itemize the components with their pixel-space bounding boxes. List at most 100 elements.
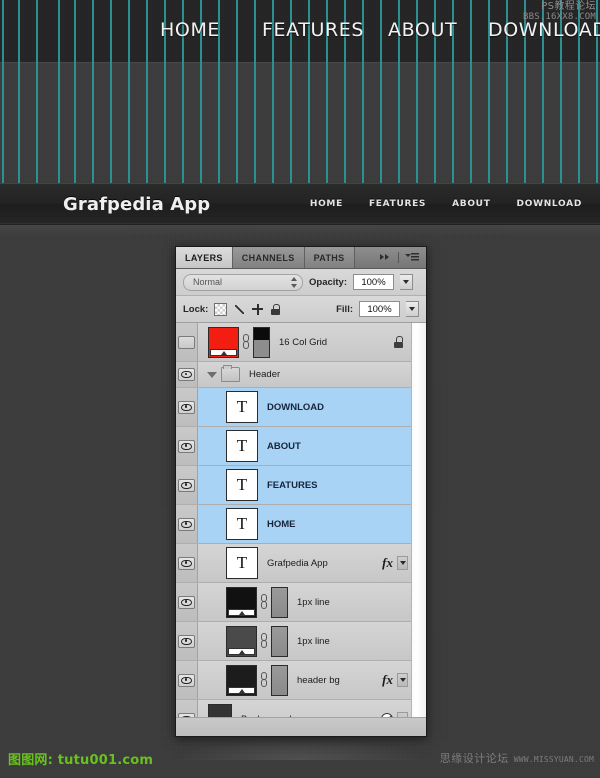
layer-name: Grafpedia App: [267, 557, 328, 569]
brand-title: Grafpedia App: [63, 194, 211, 215]
layer-mask-thumbnail: [271, 625, 288, 657]
hero-nav-item-download[interactable]: DOWNLOAD: [488, 19, 600, 41]
layer-visibility-toggle[interactable]: [176, 362, 198, 387]
fill-input[interactable]: 100%: [359, 301, 400, 317]
layer-row[interactable]: 16 Col Grid: [176, 323, 412, 362]
layer-row[interactable]: T FEATURES: [176, 466, 412, 505]
hero-nav-item-features[interactable]: FEATURES: [262, 19, 364, 41]
type-layer-thumbnail: T: [226, 391, 258, 423]
layer-row[interactable]: T DOWNLOAD: [176, 388, 412, 427]
layer-thumbnail: [226, 625, 257, 657]
site-header-bar: Grafpedia App HOME FEATURES ABOUT DOWNLO…: [0, 183, 600, 225]
folder-icon: [221, 365, 240, 382]
eye-icon: [178, 634, 195, 648]
eye-icon: [178, 368, 195, 381]
layer-content: header bg fx: [198, 661, 412, 699]
link-mask-icon[interactable]: [260, 594, 268, 610]
chevron-down-icon: [403, 280, 410, 284]
lock-transparent-pixels-icon[interactable]: [214, 302, 228, 316]
layer-row[interactable]: T ABOUT: [176, 427, 412, 466]
layer-visibility-toggle[interactable]: [176, 622, 198, 660]
blend-opacity-row: Normal Opacity: 100%: [176, 269, 426, 296]
type-layer-thumbnail: T: [226, 547, 258, 579]
tab-strip-filler: [355, 247, 376, 268]
hero-nav-item-about[interactable]: ABOUT: [388, 19, 457, 41]
link-mask-icon[interactable]: [260, 633, 268, 649]
layer-row[interactable]: 1px line: [176, 622, 412, 661]
layer-name: HOME: [267, 518, 296, 530]
expand-effects-caret-icon[interactable]: [397, 673, 408, 687]
layer-visibility-toggle[interactable]: [176, 323, 198, 361]
link-mask-icon[interactable]: [260, 672, 268, 688]
tab-channels[interactable]: CHANNELS: [232, 247, 305, 268]
layer-name: header bg: [297, 674, 340, 686]
layer-visibility-toggle[interactable]: [176, 544, 198, 582]
layer-mask-thumbnail: [271, 586, 288, 618]
layer-content: 1px line: [198, 622, 412, 660]
layer-visibility-toggle[interactable]: [176, 505, 198, 543]
layer-visibility-toggle[interactable]: [176, 661, 198, 699]
group-disclosure-triangle-icon[interactable]: [207, 371, 217, 378]
type-layer-thumbnail: T: [226, 430, 258, 462]
tab-paths[interactable]: PATHS: [304, 247, 355, 268]
eye-icon: [178, 556, 195, 570]
opacity-dropdown-button[interactable]: [400, 274, 414, 290]
panel-tab-icons: [376, 247, 426, 268]
layer-mask-thumbnail: [253, 326, 270, 358]
layer-row[interactable]: header bg fx: [176, 661, 412, 700]
layer-visibility-toggle[interactable]: [176, 388, 198, 426]
hero-nav-item-home[interactable]: HOME: [160, 19, 220, 41]
layer-visibility-toggle[interactable]: [176, 427, 198, 465]
lock-position-icon[interactable]: [252, 303, 264, 315]
site-nav-item-about[interactable]: ABOUT: [452, 199, 490, 209]
lock-buttons: [214, 302, 281, 316]
watermark-bottom-left: 图图网: tutu001.com: [8, 753, 154, 768]
layer-mask-thumbnail: [271, 664, 288, 696]
layer-name: 1px line: [297, 635, 330, 647]
layer-visibility-toggle[interactable]: [176, 583, 198, 621]
watermark-br-cn: 思缘设计论坛: [439, 752, 509, 765]
eye-icon: [178, 439, 195, 453]
layer-name: DOWNLOAD: [267, 401, 324, 413]
layer-locked-icon: [393, 336, 404, 348]
expand-effects-caret-icon[interactable]: [397, 556, 408, 570]
layer-visibility-toggle[interactable]: [176, 466, 198, 504]
layer-name: FEATURES: [267, 479, 318, 491]
layer-row[interactable]: T HOME: [176, 505, 412, 544]
layer-content: Header: [198, 362, 412, 387]
blend-mode-select[interactable]: Normal: [183, 273, 303, 291]
layer-row[interactable]: 1px line: [176, 583, 412, 622]
site-nav-item-features[interactable]: FEATURES: [369, 199, 426, 209]
lock-all-icon[interactable]: [270, 303, 281, 315]
tab-layers[interactable]: LAYERS: [176, 247, 233, 268]
eye-icon-hidden: [178, 335, 195, 349]
site-nav: HOME FEATURES ABOUT DOWNLOAD: [310, 199, 582, 209]
layer-list-scrollbar[interactable]: [411, 323, 426, 721]
tab-icon-divider: [398, 252, 399, 263]
layer-content: T DOWNLOAD: [198, 388, 412, 426]
lock-label: Lock:: [183, 303, 209, 315]
layer-effects-icon[interactable]: fx: [382, 555, 393, 571]
fill-dropdown-button[interactable]: [406, 301, 419, 317]
eye-icon: [178, 400, 195, 414]
opacity-input[interactable]: 100%: [353, 274, 395, 290]
watermark-br-en: WWW.MISSYUAN.COM: [513, 755, 594, 764]
layers-panel: LAYERS CHANNELS PATHS Normal Opacity: 10…: [175, 246, 427, 737]
layer-row[interactable]: T Grafpedia App fx: [176, 544, 412, 583]
layer-content: T Grafpedia App fx: [198, 544, 412, 582]
collapse-panel-icon[interactable]: [380, 253, 392, 262]
chevron-down-icon: [409, 307, 415, 311]
panel-tab-strip: LAYERS CHANNELS PATHS: [176, 247, 426, 269]
layer-content: 16 Col Grid: [198, 323, 412, 361]
blend-mode-stepper-icon[interactable]: [291, 276, 298, 288]
link-mask-icon[interactable]: [242, 334, 250, 350]
site-nav-item-download[interactable]: DOWNLOAD: [517, 199, 582, 209]
eye-icon: [178, 517, 195, 531]
layer-row[interactable]: Header: [176, 362, 412, 388]
eye-icon: [178, 478, 195, 492]
panel-menu-icon[interactable]: [405, 253, 419, 262]
lock-image-pixels-icon[interactable]: [234, 304, 245, 315]
site-nav-item-home[interactable]: HOME: [310, 199, 343, 209]
fill-label: Fill:: [336, 303, 353, 315]
layer-effects-icon[interactable]: fx: [382, 672, 393, 688]
